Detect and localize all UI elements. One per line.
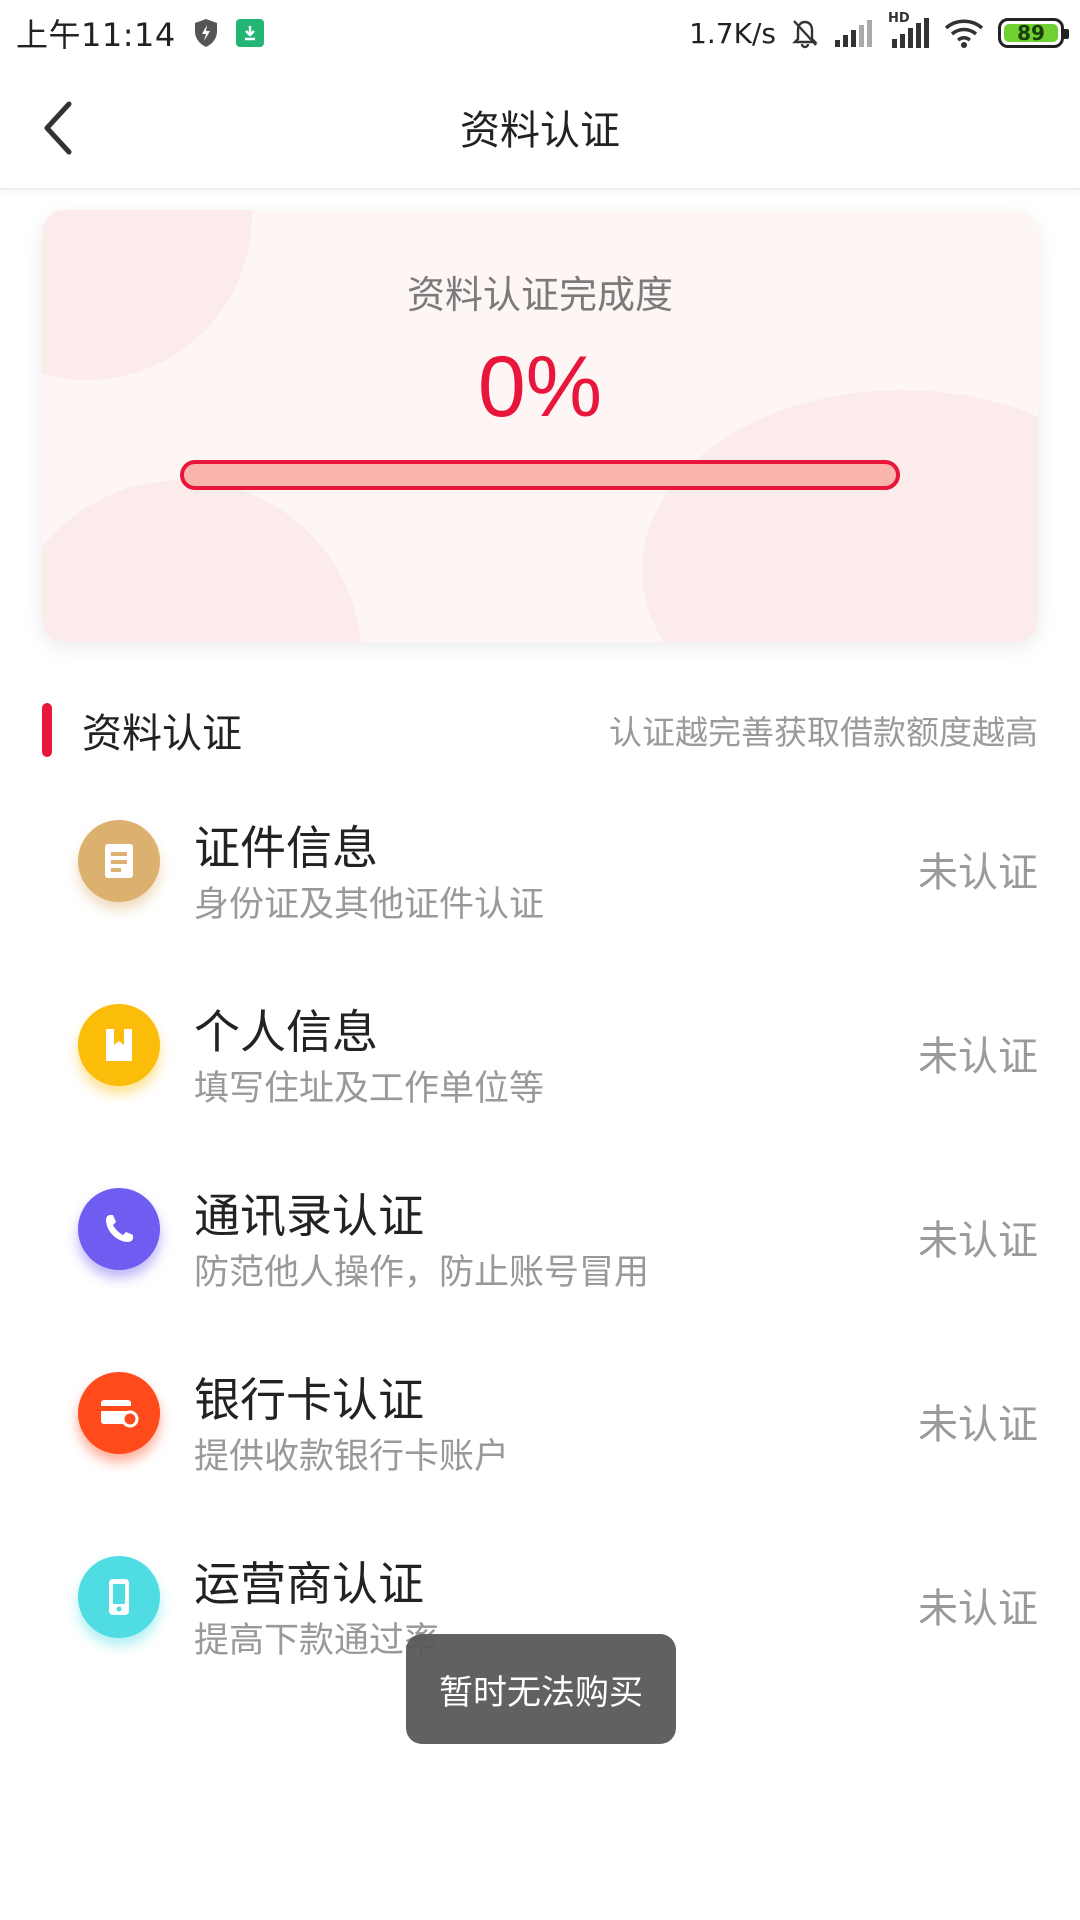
net-speed: 1.7K/s xyxy=(689,16,776,50)
header: 资料认证 xyxy=(0,66,1080,190)
download-icon xyxy=(235,19,264,47)
toast-message: 暂时无法购买 xyxy=(406,1634,676,1744)
status-badge: 未认证 xyxy=(918,850,1038,896)
list-item-personal-info[interactable]: 个人信息 填写住址及工作单位等 未认证 xyxy=(0,974,1080,1158)
list-item-title: 银行卡认证 xyxy=(194,1373,424,1427)
signal-icon xyxy=(834,18,874,48)
section-accent-bar xyxy=(42,703,52,757)
hd-label: HD xyxy=(888,11,910,26)
battery-level: 89 xyxy=(1017,21,1045,45)
completion-progress-bar xyxy=(180,460,900,490)
completion-card: 资料认证完成度 0% xyxy=(42,210,1038,642)
mute-bell-icon xyxy=(790,17,820,49)
hd-signal-icon: HD xyxy=(888,11,930,49)
mobile-icon xyxy=(78,1556,160,1638)
id-card-icon xyxy=(78,820,160,902)
section-header: 资料认证 认证越完善获取借款额度越高 xyxy=(42,700,1038,760)
bank-card-icon xyxy=(78,1372,160,1454)
list-item-subtitle: 身份证及其他证件认证 xyxy=(194,885,545,925)
card-decoration xyxy=(42,480,362,642)
battery-nub xyxy=(1064,29,1069,39)
wifi-icon xyxy=(944,17,984,49)
battery-icon: 89 xyxy=(998,18,1069,48)
list-item-contacts[interactable]: 通讯录认证 防范他人操作，防止账号冒用 未认证 xyxy=(0,1158,1080,1342)
status-bar: 上午11:14 1.7K/s HD 89 xyxy=(0,0,1080,66)
list-item-subtitle: 提高下款通过率 xyxy=(194,1621,440,1661)
completion-percent: 0% xyxy=(477,339,603,435)
chevron-left-icon xyxy=(44,101,72,155)
list-item-title: 证件信息 xyxy=(194,821,378,875)
status-time: 上午11:14 xyxy=(16,16,176,54)
shield-icon xyxy=(192,18,220,48)
section-left: 资料认证 xyxy=(42,701,242,759)
list-item-bank-card[interactable]: 银行卡认证 提供收款银行卡账户 未认证 xyxy=(0,1342,1080,1526)
certification-list: 证件信息 身份证及其他证件认证 未认证 个人信息 填写住址及工作单位等 未认证 … xyxy=(0,790,1080,1710)
list-item-title: 通讯录认证 xyxy=(194,1189,424,1243)
section-title: 资料认证 xyxy=(82,711,242,757)
list-item-subtitle: 填写住址及工作单位等 xyxy=(194,1069,545,1109)
bookmark-icon xyxy=(78,1004,160,1086)
status-badge: 未认证 xyxy=(918,1034,1038,1080)
status-badge: 未认证 xyxy=(918,1218,1038,1264)
list-item-title: 运营商认证 xyxy=(194,1557,424,1611)
list-item-subtitle: 防范他人操作，防止账号冒用 xyxy=(194,1253,650,1293)
list-item-id-info[interactable]: 证件信息 身份证及其他证件认证 未认证 xyxy=(0,790,1080,974)
section-hint: 认证越完善获取借款额度越高 xyxy=(609,713,1038,752)
status-bar-right: 1.7K/s HD 89 xyxy=(689,11,1069,50)
status-badge: 未认证 xyxy=(918,1586,1038,1632)
back-button[interactable] xyxy=(28,96,88,160)
status-badge: 未认证 xyxy=(918,1402,1038,1448)
status-bar-left: 上午11:14 xyxy=(16,10,264,56)
page-title: 资料认证 xyxy=(460,108,620,154)
list-item-title: 个人信息 xyxy=(194,1005,378,1059)
completion-label: 资料认证完成度 xyxy=(406,273,673,317)
phone-icon xyxy=(78,1188,160,1270)
list-item-subtitle: 提供收款银行卡账户 xyxy=(194,1437,510,1477)
